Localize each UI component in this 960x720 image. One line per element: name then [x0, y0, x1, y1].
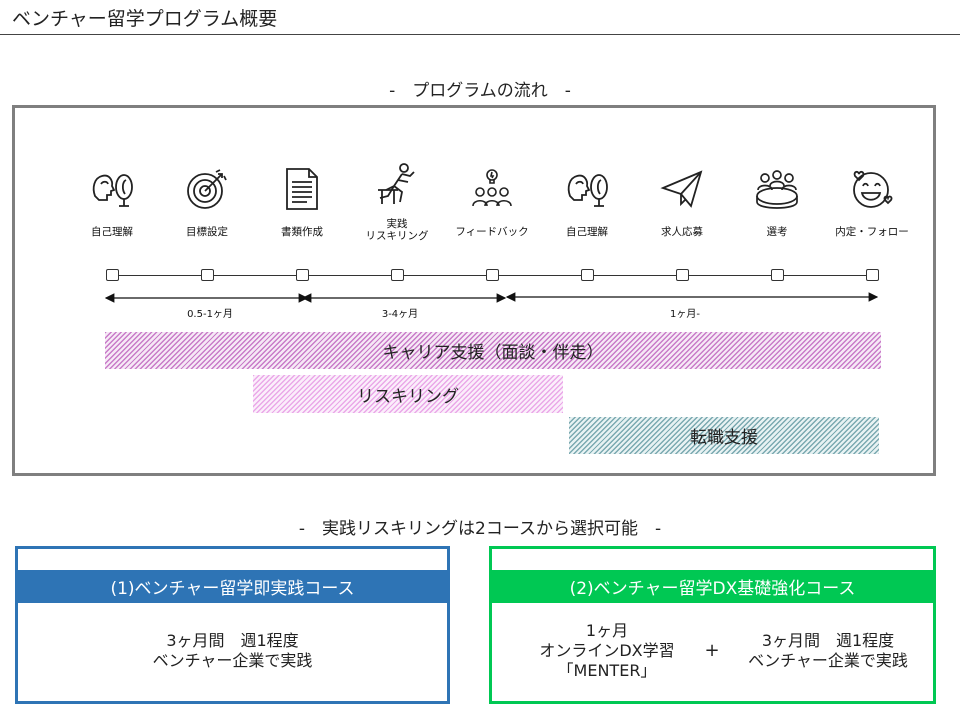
course-card-dx-basics: (2)ベンチャー留学DX基礎強化コース 1ヶ月 オンラインDX学習 「MENTE…	[489, 546, 936, 704]
phase-arrows	[104, 292, 879, 303]
phase-label-1: 0.5-1ヶ月	[187, 309, 233, 320]
career-support-label: キャリア支援（面談・伴走）	[382, 343, 604, 363]
page-title: ベンチャー留学プログラム概要	[12, 8, 278, 30]
courses-heading: - 実践リスキリングは2コースから選択可能 -	[298, 519, 662, 539]
course-1-title: (1)ベンチャー留学即実践コース	[18, 570, 447, 603]
program-flow-panel: 自己理解 目標設定 書類作成 実践 リスキリング フィードバック 自己理解 求人…	[12, 105, 936, 476]
flow-heading: - プログラムの流れ -	[389, 81, 571, 101]
course-2-title: (2)ベンチャー留学DX基礎強化コース	[492, 570, 933, 603]
course-2-plus-sign: +	[704, 640, 720, 661]
course-1-description: 3ヶ月間 週1程度 ベンチャー企業で実践	[152, 631, 313, 670]
course-2-venture-practice: 3ヶ月間 週1程度 ベンチャー企業で実践	[748, 631, 908, 670]
job-change-support-label: 転職支援	[690, 428, 758, 448]
career-support-bar: キャリア支援（面談・伴走）	[105, 332, 881, 369]
phase-label-2: 3-4ヶ月	[381, 309, 419, 320]
phase-label-3: 1ヶ月-	[670, 309, 700, 320]
course-card-immediate-practice: (1)ベンチャー留学即実践コース 3ヶ月間 週1程度 ベンチャー企業で実践	[15, 546, 450, 704]
course-2-online-learning: 1ヶ月 オンラインDX学習 「MENTER」	[539, 621, 675, 680]
reskilling-label: リスキリング	[357, 386, 459, 407]
title-divider	[0, 34, 960, 35]
reskilling-bar: リスキリング	[253, 375, 563, 413]
job-change-support-bar: 転職支援	[569, 417, 879, 454]
